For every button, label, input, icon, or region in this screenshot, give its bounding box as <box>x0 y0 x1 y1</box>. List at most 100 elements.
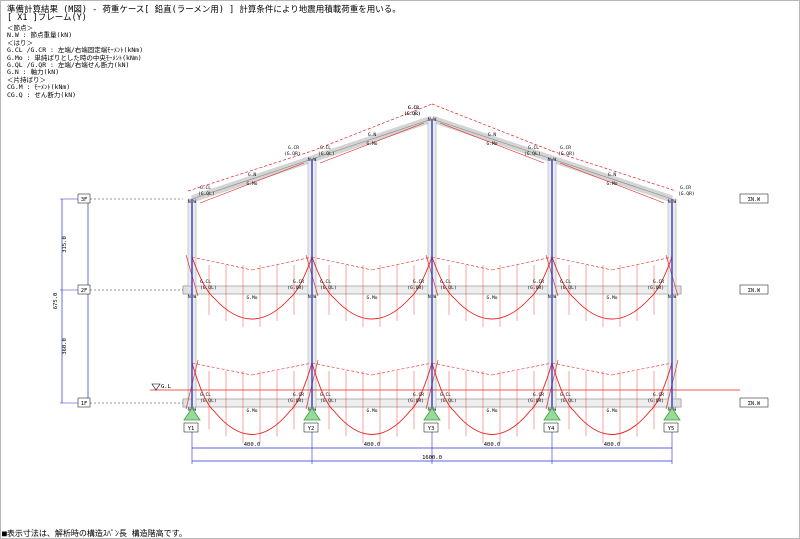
frame-diagram: G.L 3F ΣN.W 2F ΣN.W 1F ΣN.W 315.0 360.0 675.0 400.… <box>53 103 769 464</box>
beam-label-mo: G.Mo <box>246 295 257 301</box>
node-label: N.W <box>428 294 437 300</box>
beam-label-mo: G.Mo <box>246 408 257 414</box>
beam-label-qr: (G.QR) <box>407 285 424 291</box>
roof-label-ql: (G.QL) <box>198 191 215 197</box>
beam-label-qr: (G.QR) <box>287 285 304 291</box>
beam-label-cr: G.CR <box>653 392 664 398</box>
total-span: 1600.0 <box>422 455 442 461</box>
beam-label-mo: G.Mo <box>486 408 497 414</box>
roof-label-ql: (G.QL) <box>404 111 421 117</box>
support-icon <box>543 407 561 421</box>
moment-dashed <box>251 362 313 376</box>
beam-label-cl: G.CL <box>200 392 211 398</box>
beam-label-ql: (G.QL) <box>560 398 577 404</box>
roof-label-qr: (G.QR) <box>558 151 575 157</box>
beam-label-cl: G.CL <box>560 392 571 398</box>
moment-dashed <box>371 362 433 376</box>
beam-label-cr: G.CR <box>653 279 664 285</box>
roof-label-cr: G.CR <box>560 145 571 151</box>
beam-label-ql: (G.QL) <box>320 285 337 291</box>
beam-label-mo: G.Mo <box>606 295 617 301</box>
beam-label-mo: G.Mo <box>606 408 617 414</box>
beam-label-cl: G.CL <box>320 279 331 285</box>
beam-end <box>182 285 193 295</box>
moment-dashed <box>491 362 553 376</box>
floor-label: 2F <box>81 288 88 294</box>
beam-label-mo: G.Mo <box>486 295 497 301</box>
moment-dashed <box>371 256 433 271</box>
span-length: 400.0 <box>484 442 501 448</box>
beam-label-cl: G.CL <box>320 392 331 398</box>
moment-dashed <box>251 256 313 271</box>
roof-label-cl: G.CL <box>528 145 539 151</box>
node-label: N.W <box>308 294 317 300</box>
moment-dashed <box>491 256 553 271</box>
roof-beam-line <box>551 158 673 200</box>
roof-label-cl: G.CL <box>408 105 419 111</box>
story-height-3f: 315.0 <box>62 236 68 253</box>
beam-label-cr: G.CR <box>533 279 544 285</box>
support-icon <box>183 407 201 421</box>
roof-label-n: G.N <box>488 132 497 138</box>
beam-label-cr: G.CR <box>413 279 424 285</box>
total-height: 675.0 <box>53 293 59 310</box>
beam-label-cl: G.CL <box>440 279 451 285</box>
roof-label-n: G.N <box>368 132 377 138</box>
roof-label-n: G.N <box>248 172 257 178</box>
span-length: 400.0 <box>604 442 621 448</box>
sum-label: ΣN.W <box>748 401 761 407</box>
ground-label: G.L <box>161 384 172 390</box>
axis-label: Y5 <box>668 426 675 432</box>
beam-label-ql: (G.QL) <box>200 285 217 291</box>
node-label: N.W <box>548 294 557 300</box>
beam-label-cl: G.CL <box>440 392 451 398</box>
beam-label-qr: (G.QR) <box>527 398 544 404</box>
axis-label: Y4 <box>548 426 555 432</box>
beam-label-cl: G.CL <box>200 279 211 285</box>
floor-label: 3F <box>81 197 88 203</box>
support-icon <box>303 407 321 421</box>
roof-label-mo: G.Mo <box>486 141 497 147</box>
beam-label-cr: G.CR <box>293 279 304 285</box>
node-label: N.W <box>188 199 197 205</box>
roof-label-mo: G.Mo <box>366 141 377 147</box>
node-label: N.W <box>668 294 677 300</box>
moment-dashed <box>611 362 673 376</box>
beam-label-cl: G.CL <box>560 279 571 285</box>
roof-label-qr: (G.QR) <box>284 151 301 157</box>
beam-label-cr: G.CR <box>293 392 304 398</box>
support-icon <box>423 407 441 421</box>
moment-dashed <box>611 256 673 271</box>
axis-label: Y3 <box>428 426 435 432</box>
roof-label-n: G.N <box>608 172 617 178</box>
node-label: N.W <box>668 199 677 205</box>
roof-label-ql: (G.QL) <box>524 151 541 157</box>
axis-label: Y2 <box>308 426 315 432</box>
node-label: N.W <box>308 157 317 163</box>
floor-label: 1F <box>81 401 88 407</box>
roof-label-cr: G.CR <box>288 145 299 151</box>
node-label: N.W <box>428 117 437 123</box>
roof-label-mo: G.Mo <box>606 181 617 187</box>
beam-label-cr: G.CR <box>533 392 544 398</box>
beam-label-qr: (G.QR) <box>647 285 664 291</box>
footer-note: ■表示寸法は、解析時の構造ｽﾊﾟﾝ長 構造階高です。 <box>2 529 187 538</box>
beam-label-ql: (G.QL) <box>200 398 217 404</box>
roof-label-qr: (G.QR) <box>678 191 695 197</box>
beam-label-ql: (G.QL) <box>440 285 457 291</box>
beam-label-ql: (G.QL) <box>560 285 577 291</box>
span-length: 400.0 <box>364 442 381 448</box>
node-label: N.W <box>188 294 197 300</box>
sum-label: ΣN.W <box>748 288 761 294</box>
sum-label: ΣN.W <box>748 197 761 203</box>
ground-marker <box>151 383 161 391</box>
span-length: 400.0 <box>244 442 261 448</box>
beam-label-ql: (G.QL) <box>440 398 457 404</box>
support-icon <box>663 407 681 421</box>
beam-label-ql: (G.QL) <box>320 398 337 404</box>
axis-label: Y1 <box>188 426 195 432</box>
beam-label-mo: G.Mo <box>366 408 377 414</box>
beam-label-cr: G.CR <box>413 392 424 398</box>
beam-label-qr: (G.QR) <box>647 398 664 404</box>
beam-label-qr: (G.QR) <box>287 398 304 404</box>
